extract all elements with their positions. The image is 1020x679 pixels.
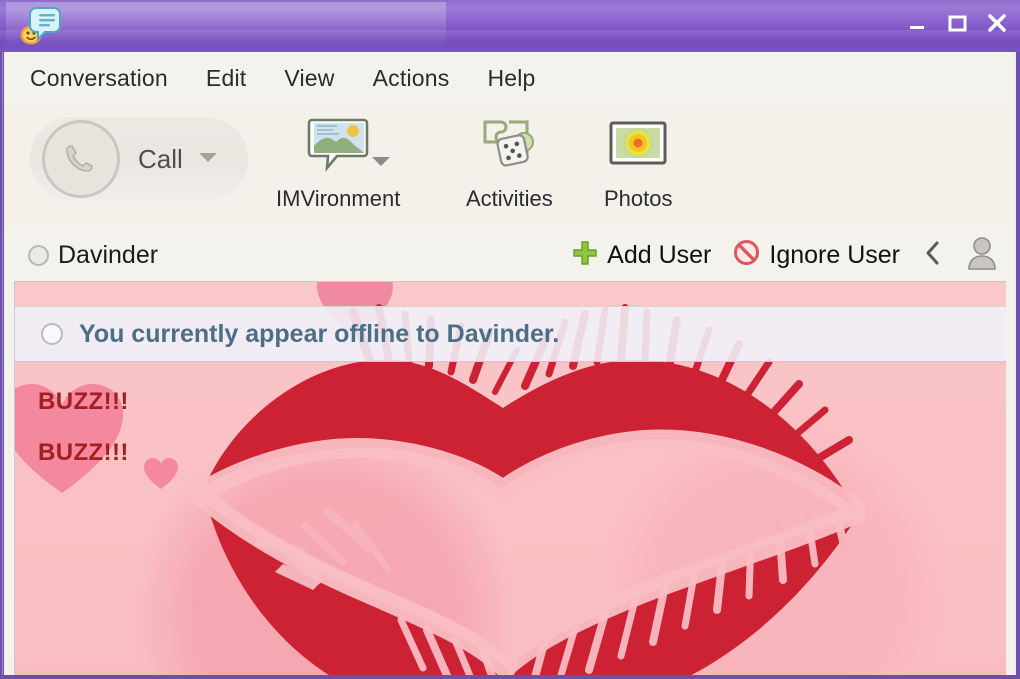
plus-icon: [572, 240, 598, 271]
close-button[interactable]: [984, 10, 1010, 36]
offline-circle-icon: [41, 323, 63, 345]
menu-item-actions[interactable]: Actions: [373, 65, 450, 92]
maximize-button[interactable]: [944, 10, 970, 36]
contact-chip[interactable]: Davinder: [28, 241, 158, 270]
photo-frame-icon: [607, 112, 669, 178]
offline-status-bar: You currently appear offline to Davinder…: [15, 306, 1006, 362]
im-conversation-window: Conversation Edit View Actions Help Call: [0, 0, 1020, 679]
conversation-area: You currently appear offline to Davinder…: [4, 281, 1016, 675]
photos-label: Photos: [604, 186, 673, 211]
no-entry-icon: [733, 239, 760, 271]
toolbar: Call IMVironment Activities Photos: [4, 104, 1016, 229]
activities-button[interactable]: Activities: [466, 112, 553, 212]
conversation-canvas[interactable]: You currently appear offline to Davinder…: [14, 281, 1006, 675]
ignore-user-label: Ignore User: [769, 240, 900, 269]
imvironment-label: IMVironment: [276, 186, 401, 211]
window-controls: [904, 10, 1010, 36]
window-border-right: [1016, 52, 1020, 679]
window-border-right-inner: [1014, 52, 1016, 679]
imvironment-button[interactable]: IMVironment: [276, 112, 400, 212]
window-border-left-highlight: [2, 52, 3, 679]
minimize-button[interactable]: [904, 10, 930, 36]
ignore-user-button[interactable]: Ignore User: [733, 239, 900, 271]
offline-circle-icon: [28, 244, 49, 266]
add-user-label: Add User: [607, 240, 712, 269]
menu-item-help[interactable]: Help: [487, 65, 535, 92]
add-user-button[interactable]: Add User: [572, 240, 711, 271]
title-bar[interactable]: [0, 0, 1020, 52]
contact-name: Davinder: [58, 240, 159, 269]
call-dropdown-caret-icon[interactable]: [197, 150, 219, 169]
chevron-left-icon[interactable]: [922, 239, 944, 272]
title-bar-glass-highlight: [6, 2, 446, 48]
imvironment-icon: [307, 112, 391, 178]
call-label: Call: [138, 143, 183, 174]
menu-item-view[interactable]: View: [284, 65, 334, 92]
phone-handset-icon: [42, 120, 120, 198]
yahoo-messenger-logo-icon: [16, 4, 62, 48]
menu-item-edit[interactable]: Edit: [206, 65, 246, 92]
menu-item-conversation[interactable]: Conversation: [30, 65, 168, 92]
buzz-message: BUZZ!!!: [38, 439, 129, 466]
window-border-bottom: [0, 675, 1020, 679]
photos-button[interactable]: Photos: [604, 112, 673, 212]
call-button[interactable]: Call: [30, 117, 248, 201]
offline-status-text: You currently appear offline to Davinder…: [79, 319, 560, 348]
person-avatar-icon[interactable]: [966, 235, 998, 276]
row-actions: Add User Ignore User: [572, 235, 1016, 276]
puzzle-dice-icon: [479, 112, 539, 178]
activities-label: Activities: [466, 186, 553, 211]
user-row: Davinder Add User Ignore User: [4, 229, 1016, 281]
menu-bar: Conversation Edit View Actions Help: [4, 52, 1016, 104]
title-bar-sheen: [0, 30, 1020, 52]
imvironment-dropdown-caret-icon[interactable]: [371, 154, 391, 172]
buzz-message: BUZZ!!!: [38, 388, 129, 415]
